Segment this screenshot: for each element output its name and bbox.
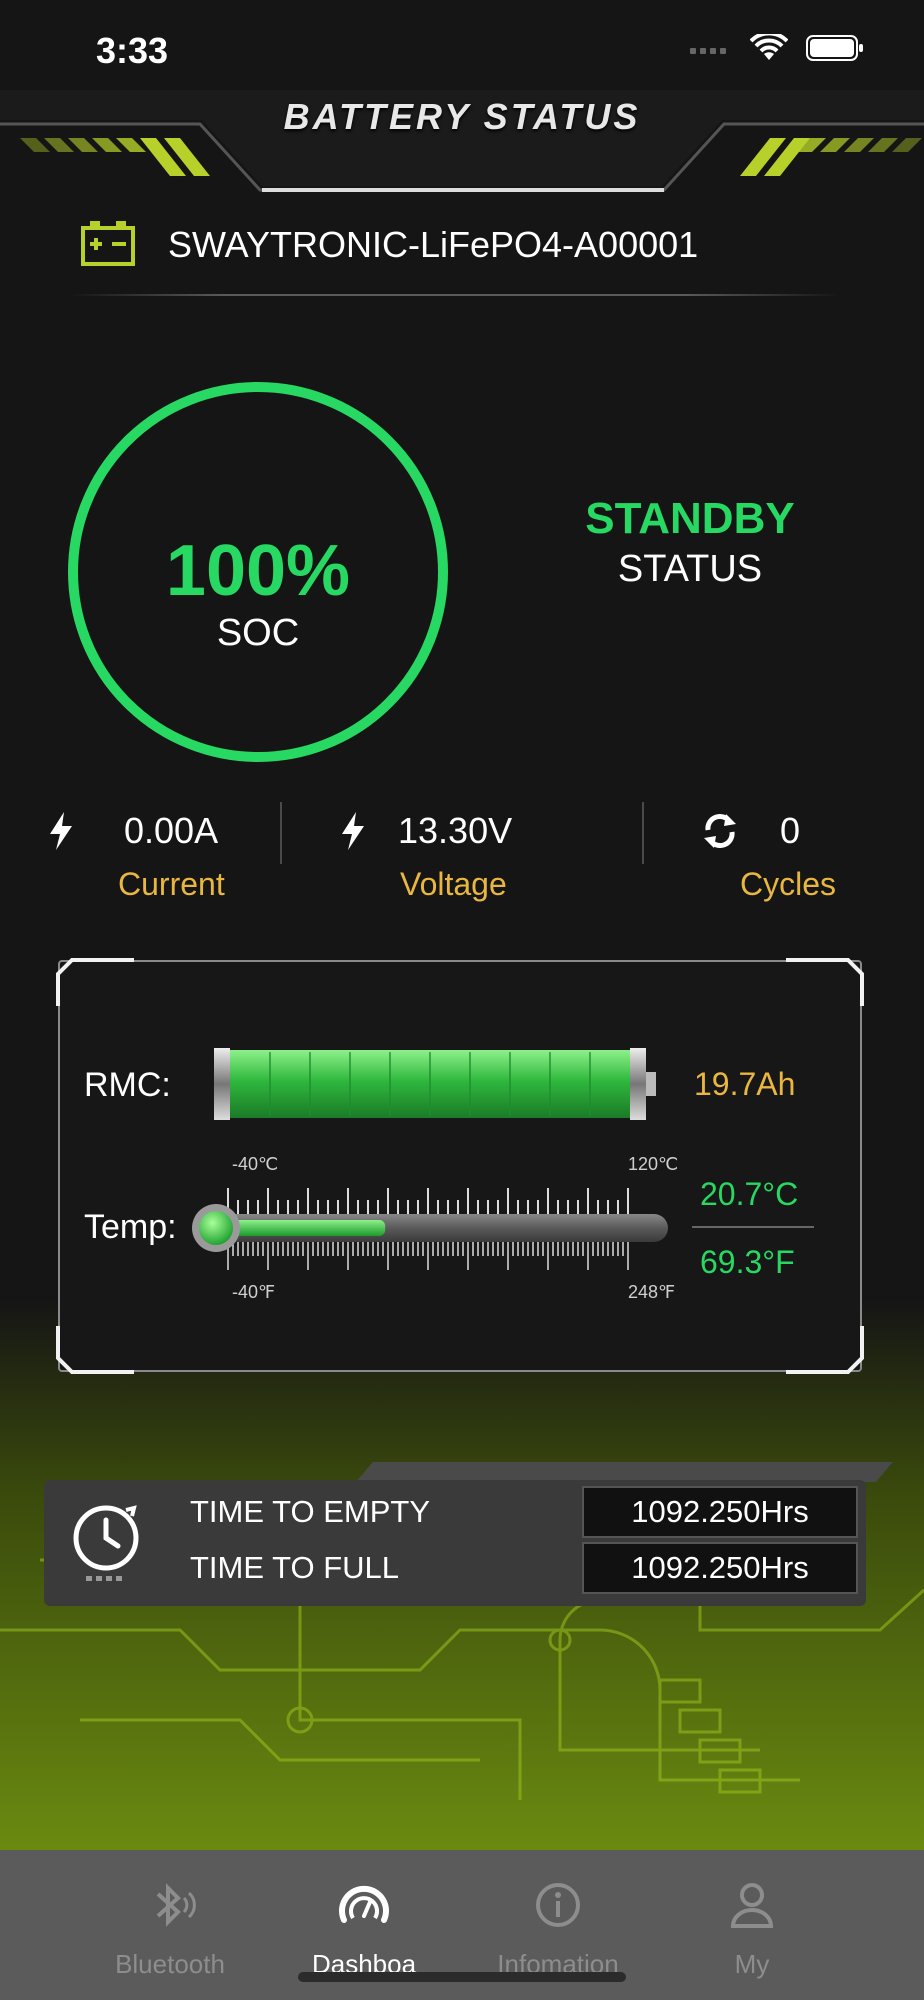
temp-scale-min-f: -40℉ (232, 1282, 276, 1302)
divider (692, 1226, 814, 1228)
voltage-value: 13.30V (398, 810, 513, 851)
lightning-icon (340, 812, 366, 855)
time-to-empty-label: TIME TO EMPTY (190, 1494, 430, 1529)
status-bar-time: 3:33 (96, 30, 169, 71)
tab-my[interactable]: My (652, 1880, 852, 1980)
soc-value: 100% (165, 531, 351, 611)
temp-celsius: 20.7°C (700, 1176, 799, 1212)
dashboard-icon (264, 1880, 464, 1935)
cycles-label: Cycles (740, 866, 837, 902)
tab-label: Bluetooth (115, 1949, 225, 1979)
tab-label: My (734, 1949, 770, 1979)
home-indicator (298, 1972, 626, 1982)
signal-icon (690, 42, 732, 60)
status-label: STATUS (617, 548, 763, 590)
lightning-icon (48, 812, 74, 855)
page-title: BATTERY STATUS (283, 96, 641, 137)
status-bar-icons (690, 31, 864, 67)
temp-scale-max-c: 120℃ (628, 1154, 679, 1174)
tab-information[interactable]: Infomation (458, 1880, 658, 1980)
temp-label: Temp: (84, 1208, 177, 1246)
bluetooth-icon (70, 1880, 270, 1935)
refresh-icon (700, 812, 740, 855)
tab-bluetooth[interactable]: Bluetooth (70, 1880, 270, 1980)
device-row[interactable]: SWAYTRONIC-LiFePO4-A00001 (80, 215, 698, 275)
battery-icon (80, 218, 136, 273)
voltage-label: Voltage (400, 866, 507, 902)
user-icon (652, 1880, 852, 1935)
time-box-tab (356, 1462, 893, 1482)
time-to-empty-value: 1092.250Hrs (582, 1486, 858, 1538)
cycles-value: 0 (780, 810, 801, 851)
clock-icon (68, 1500, 144, 1589)
device-name: SWAYTRONIC-LiFePO4-A00001 (168, 224, 699, 265)
divider (280, 802, 282, 864)
wifi-icon (749, 31, 789, 67)
divider (642, 802, 644, 864)
time-to-full-value: 1092.250Hrs (582, 1542, 858, 1594)
battery-status-icon (806, 34, 864, 67)
panel-corner-brackets (56, 958, 864, 1374)
temp-scale-max-f: 248℉ (628, 1282, 676, 1302)
current-value: 0.00A (124, 810, 219, 851)
temperature-gauge (188, 1180, 672, 1281)
status-value: STANDBY (585, 494, 795, 543)
rmc-label: RMC: (84, 1066, 171, 1104)
info-icon (458, 1880, 658, 1935)
time-to-full-label: TIME TO FULL (190, 1550, 400, 1585)
rmc-value: 19.7Ah (694, 1066, 796, 1102)
current-label: Current (118, 866, 225, 902)
divider (70, 294, 840, 296)
temp-fahrenheit: 69.3°F (700, 1244, 795, 1280)
tab-dashboard[interactable]: Dashboa (264, 1880, 464, 1980)
soc-label: SOC (216, 612, 300, 654)
temp-scale-min-c: -40℃ (232, 1154, 279, 1174)
rmc-battery-bar (214, 1046, 660, 1127)
